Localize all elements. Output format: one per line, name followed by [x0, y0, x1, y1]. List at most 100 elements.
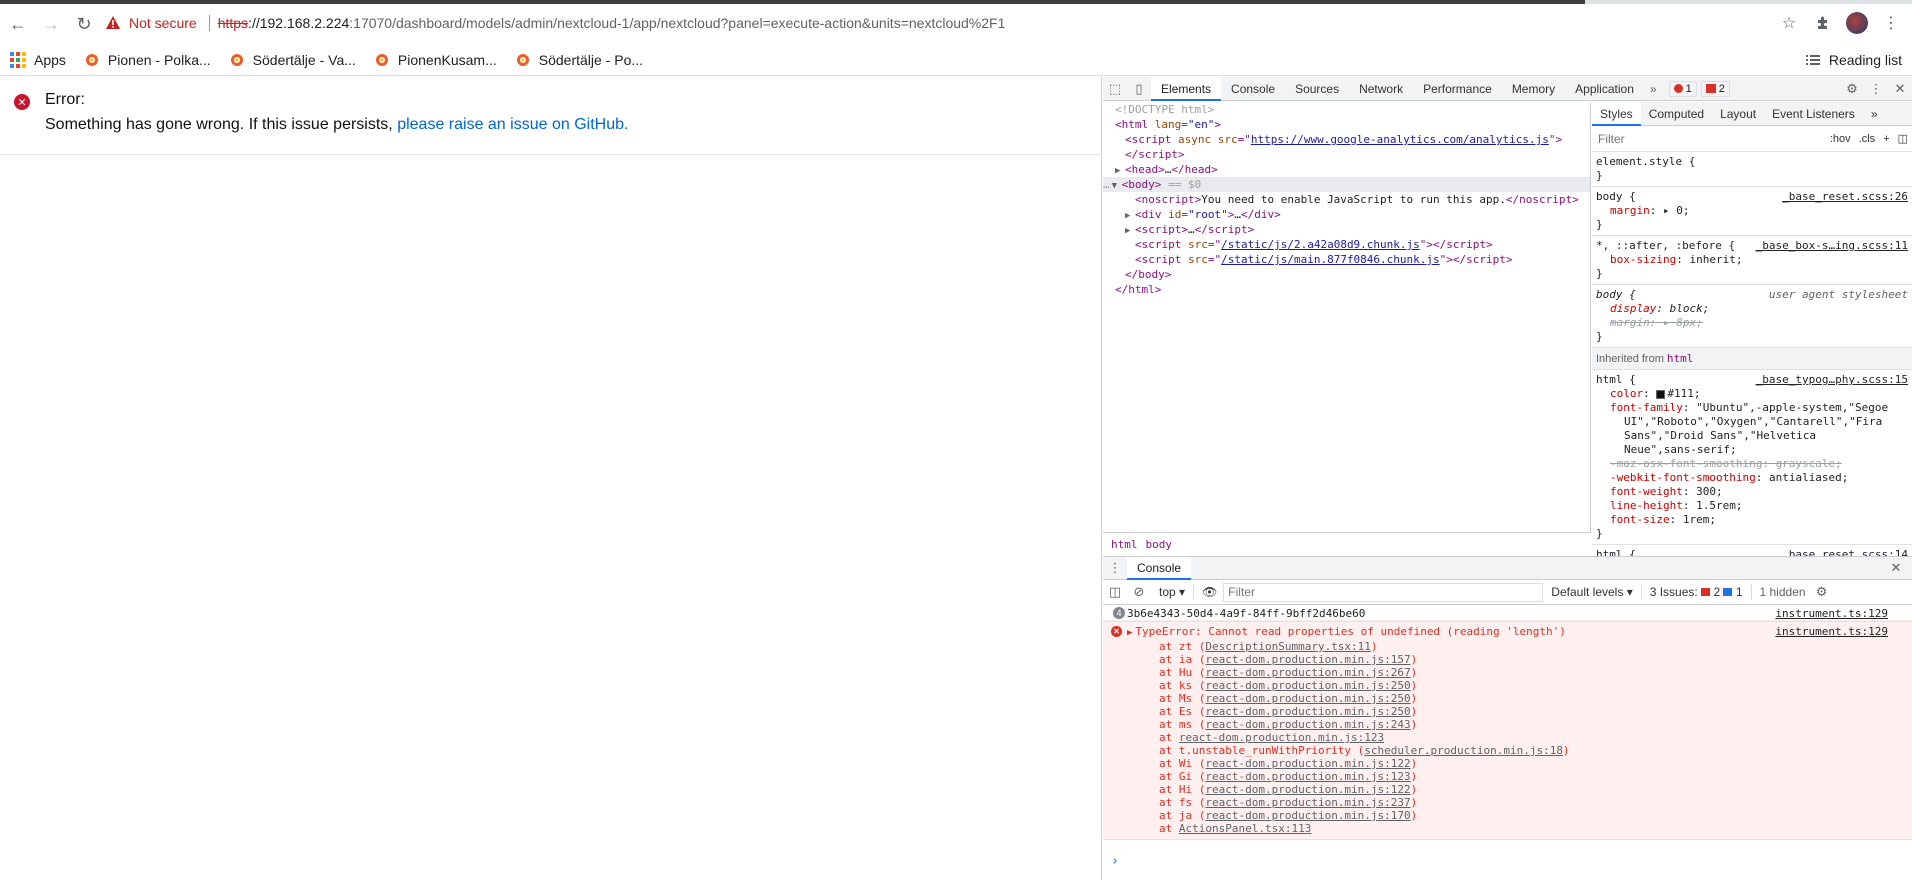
frame-source-link[interactable]: react-dom.production.min.js:157	[1205, 653, 1410, 666]
rule-source-link[interactable]: _base_typog…phy.scss:15	[1756, 373, 1908, 387]
context-selector[interactable]: top ▾	[1159, 585, 1185, 599]
error-count-badge[interactable]: 1	[1668, 80, 1697, 97]
dom-html-close[interactable]: </html>	[1103, 282, 1590, 297]
tab-network[interactable]: Network	[1349, 77, 1413, 101]
frame-source-link[interactable]: react-dom.production.min.js:123	[1205, 770, 1410, 783]
new-rule-plus-icon[interactable]: +	[1883, 133, 1889, 145]
rule-source-link[interactable]: _base_reset.scss:14	[1782, 548, 1908, 556]
dom-body-selected[interactable]: … ▼ <body> == $0	[1103, 177, 1590, 192]
rule-element-style[interactable]: element.style { }	[1592, 152, 1912, 187]
console-error-entry[interactable]: ✕ instrument.ts:129 ▶ TypeError: Cannot r…	[1103, 621, 1912, 840]
frame-source-link[interactable]: ActionsPanel.tsx:113	[1179, 822, 1311, 835]
styles-filter-input[interactable]	[1596, 128, 1822, 149]
frame-source-link[interactable]: scheduler.production.min.js:18	[1364, 744, 1563, 757]
rule-html-reset[interactable]: _base_reset.scss:14 html {	[1592, 545, 1912, 556]
frame-source-link[interactable]: react-dom.production.min.js:250	[1205, 692, 1410, 705]
forward-icon[interactable]: →	[36, 9, 66, 39]
bookmark-item[interactable]: PionenKusam...	[374, 52, 497, 68]
tab-application[interactable]: Application	[1565, 77, 1644, 101]
extensions-puzzle-icon[interactable]	[1812, 12, 1834, 34]
tab-layout[interactable]: Layout	[1712, 102, 1764, 126]
rule-body-reset[interactable]: _base_reset.scss:26 body { margin: ▸ 0; …	[1592, 187, 1912, 236]
toggle-sidebar-icon[interactable]: ◫	[1898, 132, 1908, 145]
dom-noscript[interactable]: <noscript>You need to enable JavaScript …	[1103, 192, 1590, 207]
profile-avatar[interactable]	[1846, 12, 1868, 34]
clear-console-icon[interactable]: ⊘	[1127, 580, 1151, 604]
color-swatch[interactable]	[1656, 389, 1666, 399]
device-toolbar-icon[interactable]: ▯	[1127, 77, 1151, 101]
address-bar[interactable]: Not secure https://192.168.2.224:17070/d…	[105, 8, 1805, 38]
tab-performance[interactable]: Performance	[1413, 77, 1502, 101]
dom-chunk-script-1[interactable]: <script src="/static/js/2.a42a08d9.chunk…	[1103, 237, 1590, 252]
dom-div-root[interactable]: ▶ <div id="root">…</div>	[1103, 207, 1590, 222]
issues-count-badge[interactable]: 2	[1700, 80, 1730, 97]
frame-source-link[interactable]: react-dom.production.min.js:170	[1205, 809, 1410, 822]
console-settings-gear-icon[interactable]: ⚙	[1810, 580, 1834, 604]
tab-elements[interactable]: Elements	[1151, 76, 1222, 101]
frame-source-link[interactable]: react-dom.production.min.js:267	[1205, 666, 1410, 679]
tab-console[interactable]: Console	[1221, 77, 1285, 101]
console-log-row[interactable]: 4 3b6e4343-50d4-4a9f-84ff-9bff2d46be60 i…	[1103, 605, 1912, 621]
devtools-menu-icon[interactable]: ⋮	[1864, 77, 1888, 101]
cls-toggle[interactable]: .cls	[1859, 133, 1876, 145]
live-expression-eye-icon[interactable]: 👁	[1202, 585, 1217, 599]
dom-doctype[interactable]: <!DOCTYPE html>	[1103, 102, 1590, 117]
inspect-element-icon[interactable]: ⬚	[1103, 77, 1127, 101]
drawer-menu-icon[interactable]: ⋮	[1103, 556, 1127, 580]
more-tabs-icon[interactable]: »	[1644, 82, 1663, 96]
frame-source-link[interactable]: react-dom.production.min.js:122	[1205, 783, 1410, 796]
log-levels-dropdown[interactable]: Default levels ▾	[1551, 585, 1632, 599]
rule-ua-body[interactable]: user agent stylesheet body { display: bl…	[1592, 285, 1912, 348]
dom-script-close[interactable]: </script>	[1103, 147, 1590, 162]
log-source-link[interactable]: instrument.ts:129	[1775, 607, 1888, 620]
frame-source-link[interactable]: react-dom.production.min.js:123	[1179, 731, 1384, 744]
frame-source-link[interactable]: react-dom.production.min.js:122	[1205, 757, 1410, 770]
dom-body-close[interactable]: </body>	[1103, 267, 1590, 282]
rule-source-link[interactable]: _base_box-s…ing.scss:11	[1756, 239, 1908, 253]
bookmark-item[interactable]: Södertälje - Va...	[229, 52, 356, 68]
chunk2-src-link[interactable]: /static/js/main.877f0846.chunk.js	[1221, 253, 1440, 266]
dom-head[interactable]: ▶ <head>…</head>	[1103, 162, 1590, 177]
hov-toggle[interactable]: :hov	[1830, 133, 1851, 145]
chunk1-src-link[interactable]: /static/js/2.a42a08d9.chunk.js	[1221, 238, 1420, 251]
frame-source-link[interactable]: react-dom.production.min.js:243	[1205, 718, 1410, 731]
dom-script-analytics[interactable]: <script async src="https://www.google-an…	[1103, 132, 1590, 147]
error-source-link[interactable]: instrument.ts:129	[1775, 625, 1888, 638]
close-devtools-icon[interactable]: ✕	[1888, 77, 1912, 101]
tab-styles[interactable]: Styles	[1592, 102, 1641, 126]
frame-source-link[interactable]: react-dom.production.min.js:250	[1205, 705, 1410, 718]
tab-computed[interactable]: Computed	[1641, 102, 1712, 126]
rule-universal[interactable]: _base_box-s…ing.scss:11 *, ::after, :bef…	[1592, 236, 1912, 285]
dom-chunk-script-2[interactable]: <script src="/static/js/main.877f0846.ch…	[1103, 252, 1590, 267]
rule-html-typography[interactable]: _base_typog…phy.scss:15 html { color: #1…	[1592, 370, 1912, 545]
browser-menu-icon[interactable]: ⋮	[1880, 12, 1902, 34]
reload-icon[interactable]: ↻	[69, 9, 99, 39]
frame-source-link[interactable]: react-dom.production.min.js:250	[1205, 679, 1410, 692]
breadcrumb-html[interactable]: html	[1111, 538, 1138, 551]
more-style-tabs-icon[interactable]: »	[1863, 102, 1886, 126]
dom-inline-script[interactable]: ▶ <script>…</script>	[1103, 222, 1590, 237]
bookmark-item[interactable]: Södertälje - Po...	[515, 52, 643, 68]
settings-gear-icon[interactable]: ⚙	[1840, 77, 1864, 101]
frame-source-link[interactable]: DescriptionSummary.tsx:11	[1205, 640, 1371, 653]
inherited-tag[interactable]: html	[1667, 352, 1694, 365]
console-sidebar-icon[interactable]: ◫	[1103, 580, 1127, 604]
issues-button[interactable]: 3 Issues: 2 1	[1650, 585, 1743, 599]
console-filter-input[interactable]	[1223, 582, 1544, 602]
console-prompt-icon[interactable]: ›	[1111, 855, 1119, 868]
tab-sources[interactable]: Sources	[1285, 77, 1349, 101]
reading-list-button[interactable]: Reading list	[1805, 44, 1902, 76]
analytics-src-link[interactable]: https://www.google-analytics.com/analyti…	[1251, 133, 1549, 146]
back-icon[interactable]: ←	[3, 9, 33, 39]
breadcrumb-body[interactable]: body	[1146, 538, 1173, 551]
bookmark-item[interactable]: Pionen - Polka...	[84, 52, 211, 68]
expand-triangle-icon[interactable]: ▶	[1127, 628, 1132, 638]
frame-source-link[interactable]: react-dom.production.min.js:237	[1205, 796, 1410, 809]
github-issue-link[interactable]: please raise an issue on GitHub.	[397, 116, 628, 133]
bookmark-apps[interactable]: Apps	[10, 51, 66, 68]
dom-html-open[interactable]: <html lang="en">	[1103, 117, 1590, 132]
rule-source-link[interactable]: _base_reset.scss:26	[1782, 190, 1908, 204]
tab-event-listeners[interactable]: Event Listeners	[1764, 102, 1863, 126]
close-drawer-icon[interactable]: ✕	[1884, 556, 1908, 580]
drawer-tab-console[interactable]: Console	[1127, 556, 1192, 580]
